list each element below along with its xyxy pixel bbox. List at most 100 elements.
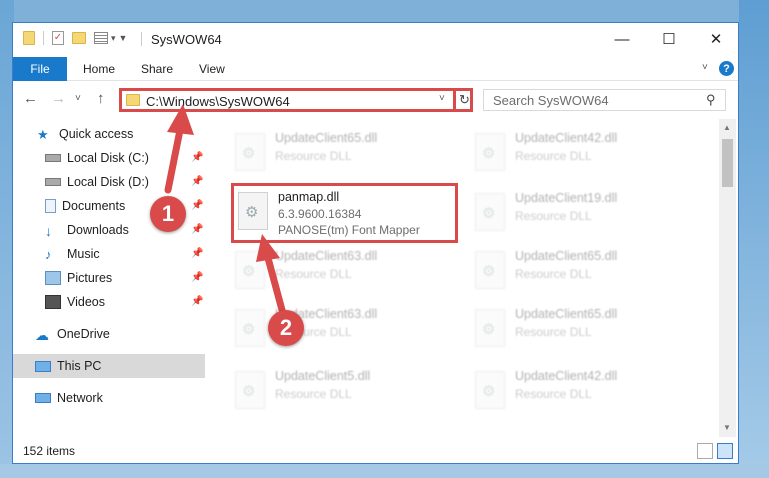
expand-ribbon-icon[interactable]: ˅ [702, 62, 708, 73]
navigation-bar: ← → ˅ ↑ C:\Windows\SysWOW64 ˅ ↻ Search S… [13, 83, 738, 117]
tab-share[interactable]: Share [141, 62, 173, 76]
explorer-window: ✓ ▾ ▼ SysWOW64 — ☐ ✕ File Home Share Vie… [12, 22, 739, 464]
file-description: Resource DLL [515, 209, 592, 223]
sidebar-item-music[interactable]: ♪ Music [45, 243, 100, 265]
sidebar-item-quick-access[interactable]: ★ Quick access [37, 123, 133, 145]
dll-file-icon [235, 251, 265, 289]
maximize-button[interactable]: ☐ [646, 23, 692, 55]
file-item[interactable]: UpdateClient65.dll Resource DLL [235, 127, 455, 183]
address-path[interactable]: C:\Windows\SysWOW64 [146, 94, 290, 109]
title-bar: ✓ ▾ ▼ SysWOW64 — ☐ ✕ [13, 23, 738, 55]
details-view-icon[interactable] [697, 443, 713, 459]
forward-button[interactable]: → [51, 90, 66, 107]
videos-icon [45, 295, 61, 309]
title-divider [141, 32, 142, 46]
dropdown-arrow-icon[interactable]: ▼ [119, 33, 128, 43]
file-description: Resource DLL [275, 149, 352, 163]
properties-icon[interactable]: ✓ [52, 31, 64, 45]
file-description: PANOSE(tm) Font Mapper [278, 223, 420, 237]
sidebar-item-network[interactable]: Network [35, 387, 103, 409]
folder-icon [126, 94, 140, 106]
pin-icon[interactable]: 📌 [191, 248, 203, 259]
help-icon[interactable]: ? [719, 61, 734, 76]
pictures-icon [45, 271, 61, 285]
tab-file[interactable]: File [13, 57, 67, 81]
pin-icon[interactable]: 📌 [191, 200, 203, 211]
chevron-down-icon[interactable]: ▾ [111, 33, 116, 44]
pin-icon[interactable]: 📌 [191, 224, 203, 235]
tab-view[interactable]: View [199, 62, 225, 76]
file-item[interactable]: UpdateClient65.dll Resource DLL [475, 303, 695, 359]
address-bar[interactable]: C:\Windows\SysWOW64 ˅ ↻ [119, 88, 473, 112]
onedrive-icon: ☁ [35, 327, 49, 343]
sidebar-item-this-pc[interactable]: This PC [35, 355, 101, 377]
dll-file-icon [475, 309, 505, 347]
window-title: SysWOW64 [151, 32, 222, 47]
search-placeholder: Search SysWOW64 [493, 93, 609, 108]
file-version: 6.3.9600.16384 [278, 207, 362, 221]
back-button[interactable]: ← [23, 90, 38, 107]
sidebar-item-videos[interactable]: Videos [45, 291, 105, 313]
up-button[interactable]: ↑ [97, 90, 105, 107]
file-item[interactable]: UpdateClient42.dll Resource DLL [475, 365, 695, 421]
panmap-dll-file[interactable]: panmap.dll 6.3.9600.16384 PANOSE(tm) Fon… [238, 186, 458, 242]
refresh-button[interactable]: ↻ [453, 88, 473, 112]
pin-icon[interactable]: 📌 [191, 152, 203, 163]
sidebar-item-local-disk-d[interactable]: Local Disk (D:) [45, 171, 149, 193]
music-icon: ♪ [45, 247, 52, 262]
drive-icon [45, 178, 61, 186]
sidebar-item-local-disk-c[interactable]: Local Disk (C:) [45, 147, 149, 169]
vertical-scrollbar[interactable]: ▲ ▼ [719, 119, 736, 437]
file-item[interactable]: UpdateClient19.dll Resource DLL [475, 187, 695, 243]
minimize-button[interactable]: — [599, 23, 645, 55]
file-name: UpdateClient65.dll [275, 131, 378, 145]
file-description: Resource DLL [515, 325, 592, 339]
dll-file-icon [475, 251, 505, 289]
step-2-badge: 2 [268, 310, 304, 346]
sidebar-item-onedrive[interactable]: ☁ OneDrive [35, 323, 110, 345]
quick-access-toolbar: ✓ ▾ ▼ [23, 31, 127, 45]
pin-icon[interactable]: 📌 [191, 176, 203, 187]
sidebar-item-label: Music [67, 247, 100, 261]
scroll-down-icon[interactable]: ▼ [723, 423, 731, 432]
recent-locations-button[interactable]: ˅ [75, 93, 81, 104]
sidebar-item-label: This PC [57, 359, 102, 373]
file-name: UpdateClient5.dll [275, 369, 371, 383]
sidebar-item-label: Network [57, 391, 103, 405]
scrollbar-thumb[interactable] [722, 139, 733, 187]
search-icon[interactable]: ⚲ [706, 92, 716, 108]
dll-file-icon [235, 133, 265, 171]
pin-icon[interactable]: 📌 [191, 272, 203, 283]
file-name: UpdateClient63.dll [275, 249, 378, 263]
new-folder-icon[interactable] [72, 32, 86, 44]
sidebar-item-label: Videos [67, 295, 105, 309]
status-bar: 152 items [13, 441, 738, 463]
sidebar-item-pictures[interactable]: Pictures [45, 267, 112, 289]
file-item[interactable]: UpdateClient63.dll Resource DLL [235, 245, 455, 301]
tab-home[interactable]: Home [83, 62, 115, 76]
sidebar-item-label: Pictures [67, 271, 113, 285]
star-icon: ★ [37, 127, 49, 142]
navigation-pane: ★ Quick access Local Disk (C:) 📌 Local D… [13, 119, 205, 437]
search-box[interactable]: Search SysWOW64 ⚲ [483, 89, 726, 111]
step-1-badge: 1 [150, 196, 186, 232]
file-description: Resource DLL [275, 387, 352, 401]
dll-file-icon [475, 193, 505, 231]
file-name: UpdateClient65.dll [515, 249, 618, 263]
close-button[interactable]: ✕ [693, 23, 738, 55]
tiles-view-icon[interactable] [717, 443, 733, 459]
sidebar-item-label: Documents [62, 199, 126, 213]
file-item[interactable]: UpdateClient42.dll Resource DLL [475, 127, 695, 183]
address-dropdown-icon[interactable]: ˅ [439, 93, 445, 104]
highlighted-file-item[interactable]: panmap.dll 6.3.9600.16384 PANOSE(tm) Fon… [231, 183, 458, 243]
pin-icon[interactable]: 📌 [191, 296, 203, 307]
sidebar-item-label: Local Disk (C:) [67, 151, 149, 165]
sidebar-item-downloads[interactable]: ↓ Downloads [45, 219, 129, 241]
file-item[interactable]: UpdateClient5.dll Resource DLL [235, 365, 455, 421]
network-icon [35, 393, 51, 403]
file-item[interactable]: UpdateClient65.dll Resource DLL [475, 245, 695, 301]
dll-file-icon [475, 371, 505, 409]
sidebar-item-documents[interactable]: Documents [45, 195, 125, 217]
customize-icon[interactable] [94, 32, 108, 44]
scroll-up-icon[interactable]: ▲ [723, 123, 731, 132]
